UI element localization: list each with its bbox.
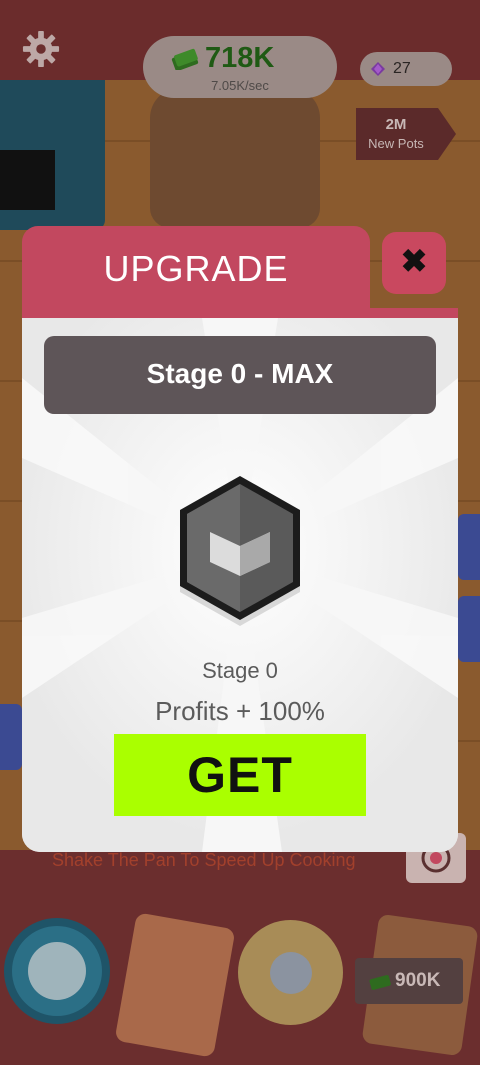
dialog-header-stripe xyxy=(22,308,458,318)
close-button[interactable]: ✖ xyxy=(382,232,446,294)
dialog-body: Stage 0 - MAX Stage 0 Profits + 100% GET xyxy=(22,318,458,852)
stage-banner: Stage 0 - MAX xyxy=(44,336,436,414)
close-icon: ✖ xyxy=(400,243,428,279)
profits-label: Profits + 100% xyxy=(155,696,325,726)
plate-slot-2[interactable] xyxy=(238,920,343,1025)
gem-icon xyxy=(371,62,385,76)
get-button[interactable]: GET xyxy=(114,734,366,816)
cash-icon xyxy=(369,975,391,990)
new-pots-flag[interactable]: 2M New Pots xyxy=(356,108,456,160)
stage-label: Stage 0 xyxy=(202,658,278,683)
upgrade-dialog: UPGRADE ✖ Stage 0 - MAX Stage 0 Profits … xyxy=(22,226,458,852)
ingredient-sack xyxy=(150,88,320,228)
side-tab-2[interactable] xyxy=(458,596,480,662)
gem-value: 27 xyxy=(393,60,411,77)
money-counter: 718K 7.05K/sec xyxy=(143,36,337,98)
dialog-title: UPGRADE xyxy=(103,248,289,289)
new-pots-label: New Pots xyxy=(368,136,424,151)
plate-slot-1[interactable] xyxy=(4,918,110,1024)
gear-icon[interactable] xyxy=(22,30,60,68)
price-value: 900K xyxy=(395,970,441,991)
dialog-header: UPGRADE xyxy=(22,226,370,312)
upgrade-price-tag[interactable]: 900K xyxy=(355,958,463,1004)
stage-badge-icon xyxy=(180,476,300,626)
money-rate: 7.05K/sec xyxy=(211,78,269,93)
stage-banner-text: Stage 0 - MAX xyxy=(146,358,334,389)
kitchen-machine-door xyxy=(0,150,55,210)
side-tab-1[interactable] xyxy=(458,514,480,580)
hint-text: Shake The Pan To Speed Up Cooking xyxy=(52,850,356,870)
side-tab-left[interactable] xyxy=(0,704,22,770)
cash-icon xyxy=(171,48,199,70)
new-pots-value: 2M xyxy=(385,116,407,133)
gem-counter[interactable]: 27 xyxy=(360,52,452,86)
money-value: 718K xyxy=(205,42,275,74)
get-button-label: GET xyxy=(187,747,293,803)
